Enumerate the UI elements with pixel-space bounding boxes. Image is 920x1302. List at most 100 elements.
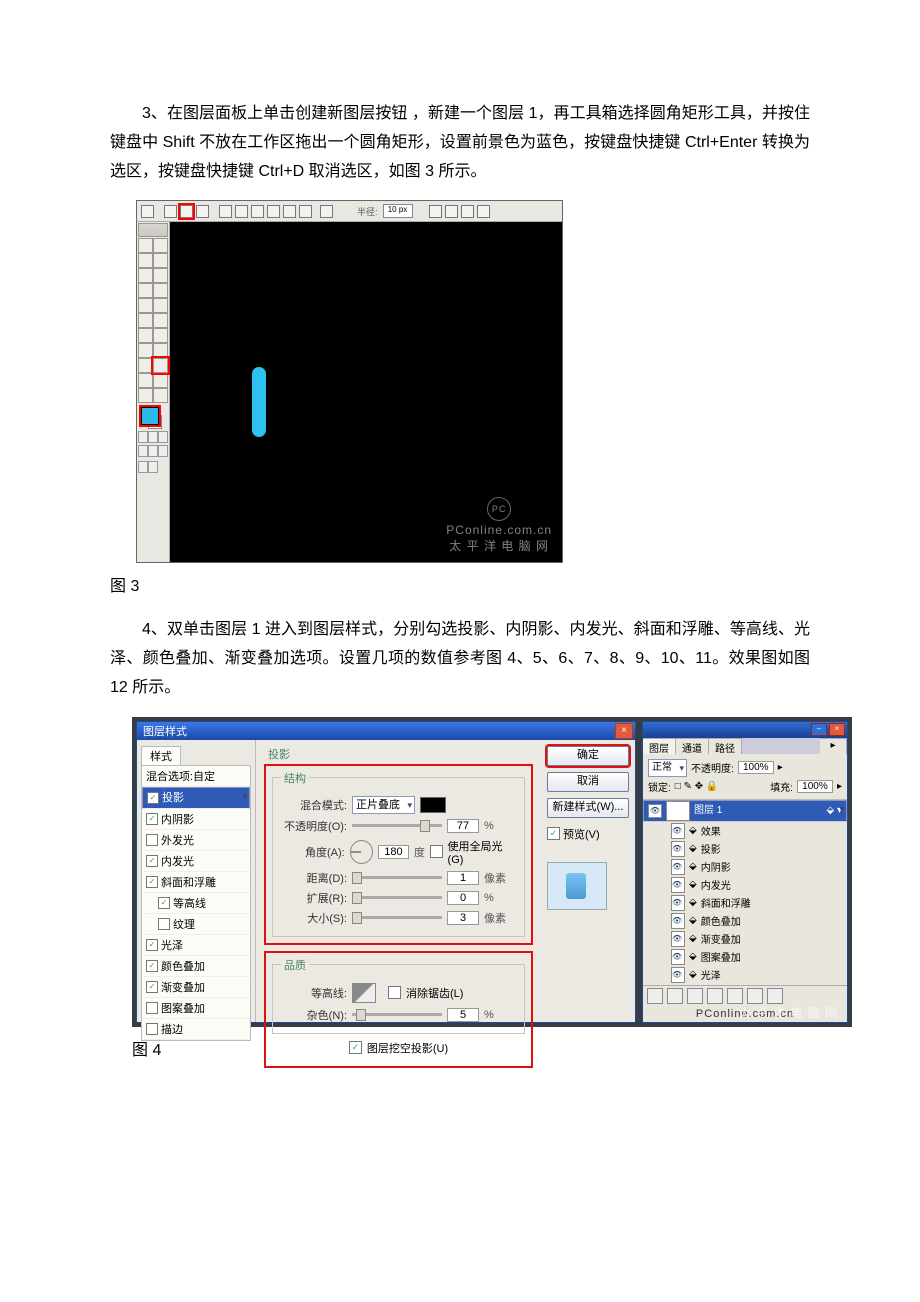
misc-icon-4[interactable] — [477, 205, 490, 218]
layer-thumbnail[interactable] — [666, 801, 690, 821]
distance-value[interactable]: 1 — [447, 871, 479, 885]
fx-label[interactable]: 效果 — [701, 823, 721, 838]
fx-inner-glow[interactable]: 内发光 — [701, 877, 731, 892]
size-value[interactable]: 3 — [447, 911, 479, 925]
new-style-button[interactable]: 新建样式(W)... — [547, 798, 629, 818]
adjustment-icon[interactable] — [707, 988, 723, 1004]
opacity-slider[interactable] — [352, 824, 442, 827]
path-tool[interactable] — [138, 343, 153, 358]
custom-icon[interactable] — [299, 205, 312, 218]
toolbox-grip[interactable] — [138, 223, 168, 237]
flyout-icon[interactable]: ▸ — [820, 738, 847, 754]
radius-input[interactable]: 10 px — [383, 204, 413, 218]
type-tool[interactable] — [153, 343, 168, 358]
style-outer-glow[interactable]: 外发光 — [142, 830, 250, 851]
blur-tool[interactable] — [138, 328, 153, 343]
move-tool[interactable] — [153, 238, 168, 253]
panel-titlebar[interactable]: – × — [643, 722, 847, 738]
cancel-button[interactable]: 取消 — [547, 772, 629, 792]
style-bevel-emboss[interactable]: ✓斜面和浮雕 — [142, 872, 250, 893]
angle-dial[interactable] — [350, 840, 373, 864]
dropdown-icon[interactable] — [320, 205, 333, 218]
noise-value[interactable]: 5 — [447, 1008, 479, 1022]
mode-icon-1[interactable] — [138, 431, 148, 443]
color-swatches[interactable] — [138, 405, 168, 429]
eraser-tool[interactable] — [138, 313, 153, 328]
layer-1[interactable]: 👁 图层 1 ⬙ ▾ — [643, 800, 847, 822]
lasso-tool[interactable] — [138, 253, 153, 268]
distance-slider[interactable] — [352, 876, 442, 879]
misc-icon-3[interactable] — [461, 205, 474, 218]
screen-icon-1[interactable] — [138, 445, 148, 457]
rect-icon[interactable] — [219, 205, 232, 218]
stamp-tool[interactable] — [138, 298, 153, 313]
fx-gradient-overlay[interactable]: 渐变叠加 — [701, 931, 741, 946]
screen-icon-3[interactable] — [158, 445, 168, 457]
screen-icon-2[interactable] — [148, 445, 158, 457]
polygon-icon[interactable] — [267, 205, 280, 218]
tab-channels[interactable]: 通道 — [676, 738, 709, 754]
notes-tool[interactable] — [138, 373, 153, 388]
shape-tool[interactable] — [153, 358, 168, 373]
fx-inner-shadow[interactable]: 内阴影 — [701, 859, 731, 874]
fill-pixels-icon[interactable] — [196, 205, 209, 218]
style-texture[interactable]: 纹理 — [142, 914, 250, 935]
style-drop-shadow[interactable]: ✓投影 — [142, 787, 250, 809]
styles-header[interactable]: 样式 — [141, 746, 181, 765]
contour-picker[interactable] — [352, 983, 376, 1003]
style-blending-options[interactable]: 混合选项:自定 — [142, 766, 250, 787]
crop-tool[interactable] — [138, 268, 153, 283]
fx-drop-shadow[interactable]: 投影 — [701, 841, 721, 856]
misc-icon-2[interactable] — [445, 205, 458, 218]
foreground-color[interactable] — [141, 407, 159, 425]
size-slider[interactable] — [352, 916, 442, 919]
mask-icon[interactable] — [687, 988, 703, 1004]
link-icon[interactable] — [647, 988, 663, 1004]
history-tool[interactable] — [153, 298, 168, 313]
close-panel-icon[interactable]: × — [829, 723, 845, 736]
fx-bevel[interactable]: 斜面和浮雕 — [701, 895, 751, 910]
hand-tool[interactable] — [138, 388, 153, 403]
fx-pattern-overlay[interactable]: 图案叠加 — [701, 949, 741, 964]
gradient-tool[interactable] — [153, 313, 168, 328]
dodge-tool[interactable] — [153, 328, 168, 343]
style-satin[interactable]: ✓光泽 — [142, 935, 250, 956]
style-stroke[interactable]: 描边 — [142, 1019, 250, 1040]
slice-tool[interactable] — [153, 268, 168, 283]
close-icon[interactable]: × — [615, 723, 633, 739]
knockout-checkbox[interactable]: ✓ — [349, 1041, 362, 1054]
line-icon[interactable] — [283, 205, 296, 218]
spread-slider[interactable] — [352, 896, 442, 899]
shadow-color-swatch[interactable] — [420, 797, 446, 813]
style-inner-glow[interactable]: ✓内发光 — [142, 851, 250, 872]
blend-mode-select[interactable]: 正片叠底 — [352, 796, 415, 814]
folder-icon[interactable] — [727, 988, 743, 1004]
eyedrop-tool[interactable] — [153, 373, 168, 388]
fx-color-overlay[interactable]: 颜色叠加 — [701, 913, 741, 928]
noise-slider[interactable] — [352, 1013, 442, 1016]
canvas[interactable]: PC PConline.com.cn 太 平 洋 电 脑 网 — [170, 222, 562, 562]
visibility-icon[interactable]: 👁 — [648, 804, 662, 818]
style-contour[interactable]: ✓等高线 — [142, 893, 250, 914]
fx-satin[interactable]: 光泽 — [701, 967, 721, 982]
minimize-icon[interactable]: – — [811, 723, 827, 736]
wand-tool[interactable] — [153, 253, 168, 268]
mode-icon-2[interactable] — [148, 431, 158, 443]
antialias-checkbox[interactable] — [388, 986, 401, 999]
shape-layer-icon[interactable] — [164, 205, 177, 218]
mode-icon-3[interactable] — [158, 431, 168, 443]
tab-layers[interactable]: 图层 — [643, 738, 676, 754]
heal-tool[interactable] — [138, 283, 153, 298]
style-inner-shadow[interactable]: ✓内阴影 — [142, 809, 250, 830]
brush-tool[interactable] — [153, 283, 168, 298]
opacity-value[interactable]: 77 — [447, 819, 479, 833]
pen-tool[interactable] — [138, 358, 153, 373]
preset-icon[interactable] — [141, 205, 154, 218]
marquee-tool[interactable] — [138, 238, 153, 253]
opacity-panel-value[interactable]: 100% — [738, 761, 774, 774]
global-light-checkbox[interactable] — [430, 845, 443, 858]
dialog-titlebar[interactable]: 图层样式 × — [137, 722, 635, 740]
ir-icon-2[interactable] — [148, 461, 158, 473]
ir-icon[interactable] — [138, 461, 148, 473]
style-color-overlay[interactable]: ✓颜色叠加 — [142, 956, 250, 977]
